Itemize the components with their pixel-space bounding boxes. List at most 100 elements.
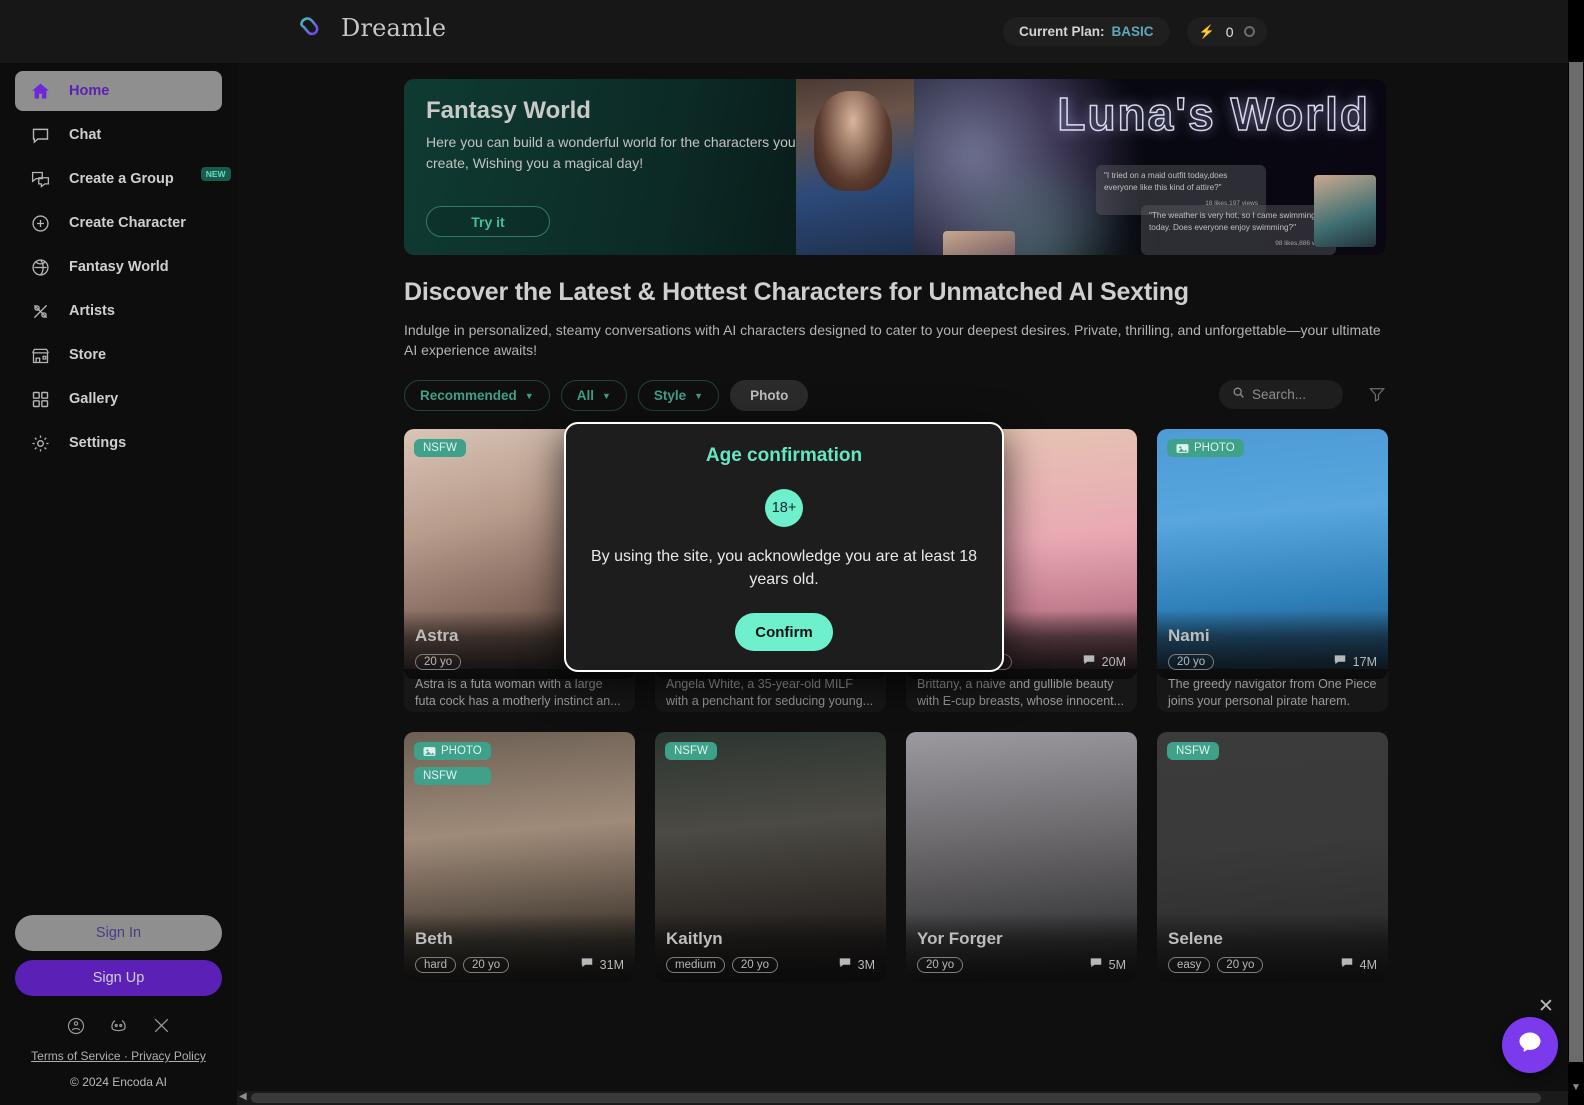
current-plan-pill[interactable]: Current Plan: BASIC bbox=[1003, 17, 1170, 46]
coins-pill[interactable]: ⚡ 0 bbox=[1187, 17, 1267, 46]
vertical-scrollbar-thumb[interactable] bbox=[1569, 62, 1583, 1062]
banner-character-image bbox=[796, 79, 914, 255]
card-badge-label: NSFW bbox=[423, 770, 457, 782]
filter-sort-label: Recommended bbox=[420, 388, 517, 403]
chat-bubble-icon bbox=[580, 956, 594, 973]
card-title: Kaitlyn bbox=[666, 929, 723, 948]
sidebar-item-fantasy-world[interactable]: Fantasy World bbox=[15, 247, 222, 287]
store-icon bbox=[29, 344, 51, 366]
card-tag: 20 yo bbox=[463, 956, 510, 973]
coin-circle-icon bbox=[1244, 26, 1256, 37]
filter-photo-button[interactable]: Photo bbox=[730, 380, 809, 411]
reddit-icon[interactable] bbox=[65, 1015, 86, 1036]
sidebar-item-home[interactable]: Home bbox=[15, 71, 222, 111]
sidebar-item-label: Create Character bbox=[69, 215, 186, 231]
card-badge-nsfw: NSFW bbox=[414, 767, 491, 785]
sidebar: Home Chat Create a Group NEW Create Characte… bbox=[0, 63, 237, 1105]
card-badge-photo: PHOTO bbox=[1167, 439, 1244, 457]
sidebar-item-create-character[interactable]: Create Character bbox=[15, 203, 222, 243]
copyright-text: © 2024 Encoda AI bbox=[70, 1075, 167, 1089]
coin-count: 0 bbox=[1225, 23, 1234, 40]
banner-thumbnail-2 bbox=[1314, 175, 1376, 247]
filter-sort-dropdown[interactable]: Recommended ▼ bbox=[404, 380, 550, 411]
legal-links[interactable]: Terms of Service · Privacy Policy bbox=[15, 1049, 222, 1063]
character-card[interactable]: PHOTO Nami 20 yo 17M The greedy navigator fr… bbox=[1157, 429, 1388, 712]
banner-quote-2-meta: 98 likes,886 views bbox=[1275, 240, 1328, 247]
plan-value: BASIC bbox=[1111, 24, 1154, 39]
banner-try-it-button[interactable]: Try it bbox=[426, 206, 550, 237]
card-image: PHOTO Nami 20 yo 17M bbox=[1157, 429, 1388, 679]
gear-icon bbox=[29, 432, 51, 454]
banner-art-title: Luna's World bbox=[1057, 87, 1370, 141]
sidebar-item-settings[interactable]: Settings bbox=[15, 423, 222, 463]
banner-quote-2: "The weather is very hot, so I came swim… bbox=[1141, 205, 1336, 255]
sidebar-item-chat[interactable]: Chat bbox=[15, 115, 222, 155]
horizontal-scrollbar[interactable]: ◀ bbox=[237, 1091, 1568, 1105]
chat-bubble-icon bbox=[838, 956, 852, 973]
sidebar-item-label: Create a Group bbox=[69, 171, 174, 187]
x-twitter-icon[interactable] bbox=[151, 1015, 172, 1036]
sidebar-item-label: Fantasy World bbox=[69, 259, 169, 275]
card-tag: medium bbox=[666, 956, 725, 973]
modal-body-text: By using the site, you acknowledge you a… bbox=[590, 548, 977, 588]
discord-icon[interactable] bbox=[108, 1015, 129, 1036]
filter-style-label: Style bbox=[653, 388, 687, 403]
filter-all-label: All bbox=[576, 388, 594, 403]
card-footer: Kaitlyn medium 20 yo 3M bbox=[655, 913, 886, 982]
sidebar-item-label: Settings bbox=[69, 435, 127, 451]
card-badges: NSFW bbox=[665, 742, 717, 760]
character-card[interactable]: PHOTO NSFW Beth hard 20 yo 31M bbox=[404, 732, 635, 982]
brand-logo[interactable]: Dreamle bbox=[298, 14, 446, 42]
sidebar-item-label: Chat bbox=[69, 127, 102, 143]
chat-widget-close-button[interactable]: ✕ bbox=[1536, 997, 1556, 1017]
sidebar-item-gallery[interactable]: Gallery bbox=[15, 379, 222, 419]
filter-all-dropdown[interactable]: All ▼ bbox=[560, 380, 627, 411]
sign-up-button[interactable]: Sign Up bbox=[15, 960, 222, 996]
sidebar-item-artists[interactable]: Artists bbox=[15, 291, 222, 331]
scroll-down-arrow-icon[interactable]: ▼ bbox=[1571, 1082, 1581, 1093]
page-description: Indulge in personalized, steamy conversa… bbox=[404, 322, 1381, 358]
app-root: Dreamle Current Plan: BASIC ⚡ 0 Home Chat… bbox=[0, 0, 1584, 1105]
card-meta: hard 20 yo 31M bbox=[415, 956, 624, 973]
card-chat-count: 4M bbox=[1340, 956, 1377, 973]
card-title: Yor Forger bbox=[917, 929, 1003, 948]
character-card[interactable]: Yor Forger 20 yo 5M bbox=[906, 732, 1137, 982]
top-bar: Dreamle Current Plan: BASIC ⚡ 0 bbox=[0, 0, 1568, 63]
sidebar-item-create-a-group[interactable]: Create a Group NEW bbox=[15, 159, 231, 199]
character-card[interactable]: NSFW Selene easy 20 yo 4M bbox=[1157, 732, 1388, 982]
vertical-scrollbar[interactable]: ▼ bbox=[1568, 0, 1584, 1105]
card-tag: 20 yo bbox=[917, 956, 964, 973]
card-chat-count: 20M bbox=[1082, 653, 1126, 670]
card-image: Yor Forger 20 yo 5M bbox=[906, 732, 1137, 982]
banner-subtitle: Here you can build a wonderful world for… bbox=[426, 134, 796, 171]
card-badge-nsfw: NSFW bbox=[414, 439, 466, 457]
card-tag: 20 yo bbox=[1168, 653, 1215, 670]
chat-bubble-icon bbox=[1089, 956, 1103, 973]
page-title: Discover the Latest & Hottest Characters… bbox=[404, 278, 1189, 306]
fantasy-world-banner[interactable]: Fantasy World Here you can build a wonde… bbox=[404, 79, 1386, 255]
banner-artwork: Luna's World "I tried on a maid outfit t… bbox=[796, 79, 1386, 255]
chat-bubble-icon bbox=[29, 124, 51, 146]
card-tag: hard bbox=[415, 956, 457, 973]
chat-widget-button[interactable] bbox=[1502, 1017, 1558, 1073]
search-placeholder: Search... bbox=[1252, 387, 1307, 402]
filter-funnel-icon[interactable] bbox=[1368, 385, 1386, 403]
sidebar-item-store[interactable]: Store bbox=[15, 335, 222, 375]
search-input[interactable]: Search... bbox=[1219, 380, 1343, 409]
card-title: Selene bbox=[1168, 929, 1223, 948]
card-badge-photo: PHOTO bbox=[414, 742, 491, 760]
sign-in-button[interactable]: Sign In bbox=[15, 915, 222, 951]
character-card[interactable]: NSFW Kaitlyn medium 20 yo 3M bbox=[655, 732, 886, 982]
card-footer: Yor Forger 20 yo 5M bbox=[906, 913, 1137, 982]
card-badge-nsfw: NSFW bbox=[1167, 742, 1219, 760]
card-meta: medium 20 yo 3M bbox=[666, 956, 875, 973]
card-chat-count: 17M bbox=[1333, 653, 1377, 670]
card-chat-count: 3M bbox=[838, 956, 875, 973]
filter-style-dropdown[interactable]: Style ▼ bbox=[637, 380, 720, 411]
dreamle-logo-icon bbox=[298, 15, 332, 41]
banner-title: Fantasy World bbox=[426, 97, 591, 124]
confirm-button[interactable]: Confirm bbox=[735, 613, 833, 651]
scroll-left-arrow-icon[interactable]: ◀ bbox=[239, 1091, 247, 1102]
horizontal-scrollbar-thumb[interactable] bbox=[251, 1093, 1541, 1103]
chevron-down-icon: ▼ bbox=[694, 390, 704, 401]
